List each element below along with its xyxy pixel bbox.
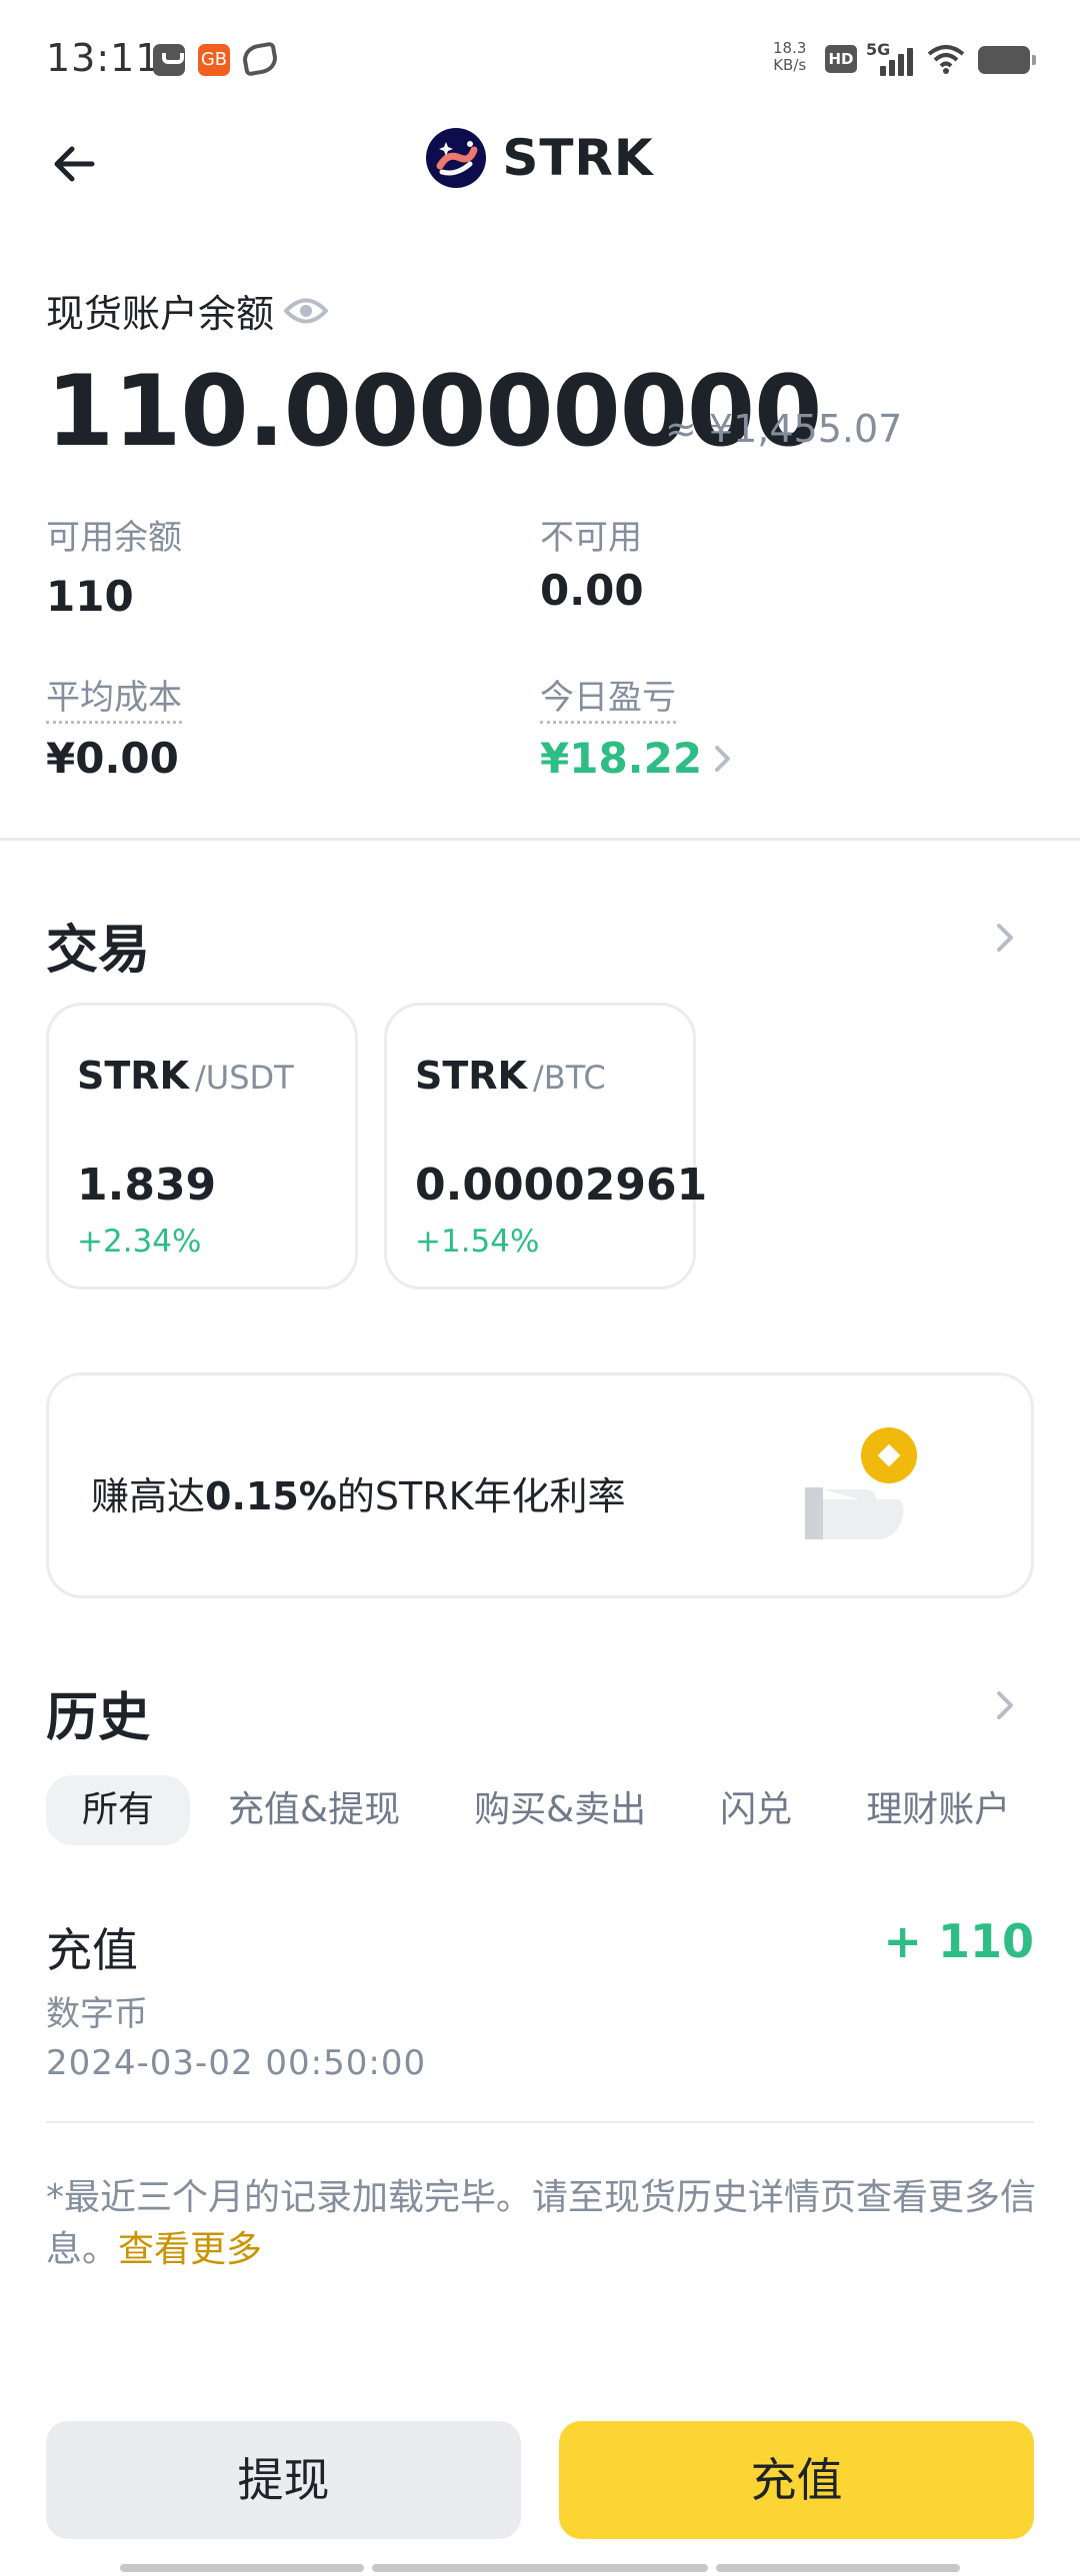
- balance-label-row: 现货账户余额: [46, 283, 329, 338]
- chevron-right-icon[interactable]: [712, 744, 734, 774]
- unavailable-label: 不可用: [540, 518, 642, 558]
- nav-handle: [120, 2564, 364, 2572]
- network-speed: 18.3 KB/s: [773, 40, 806, 74]
- average-cost-value: ¥0.00: [46, 734, 179, 783]
- earn-prefix: 赚高达: [91, 1474, 206, 1518]
- earn-suffix: 的STRK年化利率: [336, 1474, 626, 1518]
- today-pnl-label[interactable]: 今日盈亏: [540, 670, 676, 724]
- pair-name: STRK/USDT: [77, 1054, 294, 1098]
- tab-buy-sell[interactable]: 购买&卖出: [438, 1775, 682, 1845]
- balance-approx-value: ≈ ¥1,455.07: [665, 407, 903, 451]
- earn-rate: 0.15%: [205, 1474, 337, 1518]
- leaf-notification-icon: [240, 41, 280, 77]
- pair-price: 1.839: [77, 1160, 217, 1211]
- pair-quote: /USDT: [195, 1059, 294, 1097]
- strk-logo-icon: [426, 128, 487, 188]
- earn-text: 赚高达0.15%的STRK年化利率: [91, 1465, 626, 1520]
- trade-section-title: 交易: [46, 921, 151, 981]
- available-balance-label: 可用余额: [46, 518, 182, 558]
- today-pnl-value[interactable]: ¥18.22: [540, 734, 702, 783]
- tab-all[interactable]: 所有: [46, 1775, 191, 1845]
- nav-handle: [716, 2564, 960, 2572]
- signal-icon: [876, 44, 914, 76]
- spot-balance-label: 现货账户余额: [46, 292, 275, 336]
- message-notification-icon: [153, 44, 185, 76]
- trade-chevron-right-icon[interactable]: [993, 921, 1017, 955]
- eye-icon[interactable]: [284, 296, 329, 326]
- status-time: 13:11: [46, 36, 161, 80]
- record-divider: [46, 2121, 1034, 2123]
- record-time: 2024-03-02 00:50:00: [46, 2043, 427, 2083]
- tab-deposit-withdraw[interactable]: 充值&提现: [192, 1775, 436, 1845]
- coin-title: STRK: [502, 129, 654, 187]
- pair-card-strk-btc[interactable]: STRK/BTC 0.00002961 +1.54%: [384, 1003, 707, 1289]
- record-type: 充值: [46, 1923, 138, 1977]
- coin-header: STRK: [0, 128, 1080, 198]
- app-notification-icon: GB: [198, 44, 230, 76]
- nav-handle: [372, 2564, 708, 2572]
- pair-price: 0.00002961: [415, 1160, 708, 1211]
- tab-earn-account[interactable]: 理财账户: [830, 1775, 1046, 1845]
- section-divider: [0, 838, 1080, 841]
- history-footnote: *最近三个月的记录加载完毕。请至现货历史详情页查看更多信息。查看更多: [46, 2172, 1036, 2276]
- pair-name: STRK/BTC: [415, 1054, 606, 1098]
- pair-base: STRK: [415, 1054, 527, 1098]
- network-speed-value: 18.3: [773, 39, 807, 57]
- battery-icon: [978, 46, 1036, 74]
- wifi-icon: [927, 45, 965, 74]
- pair-change: +2.34%: [77, 1224, 202, 1260]
- pair-card-strk-usdt[interactable]: STRK/USDT 1.839 +2.34%: [46, 1003, 358, 1289]
- earn-hand-coin-icon: [805, 1427, 917, 1539]
- average-cost-label[interactable]: 平均成本: [46, 670, 182, 724]
- record-amount: + 110: [883, 1914, 1034, 1968]
- record-asset: 数字币: [46, 1994, 148, 2034]
- history-chevron-right-icon[interactable]: [993, 1688, 1017, 1722]
- status-bar: 13:11 GB 18.3 KB/s HD 5G: [0, 0, 1080, 120]
- network-speed-unit: KB/s: [773, 56, 807, 74]
- history-tabs: 所有 充值&提现 购买&卖出 闪兑 理财账户: [46, 1775, 1048, 1845]
- see-more-link[interactable]: 查看更多: [118, 2229, 262, 2270]
- pair-change: +1.54%: [415, 1224, 540, 1260]
- unavailable-value: 0.00: [540, 566, 644, 615]
- available-balance-value: 110: [46, 572, 134, 621]
- pair-quote: /BTC: [533, 1059, 606, 1097]
- deposit-button[interactable]: 充值: [559, 2421, 1034, 2539]
- pair-base: STRK: [77, 1054, 189, 1098]
- hd-icon: HD: [825, 45, 857, 73]
- withdraw-button[interactable]: 提现: [46, 2421, 521, 2539]
- earn-banner[interactable]: 赚高达0.15%的STRK年化利率: [46, 1372, 1034, 1598]
- history-section-title: 历史: [46, 1688, 151, 1748]
- tab-convert[interactable]: 闪兑: [684, 1775, 828, 1845]
